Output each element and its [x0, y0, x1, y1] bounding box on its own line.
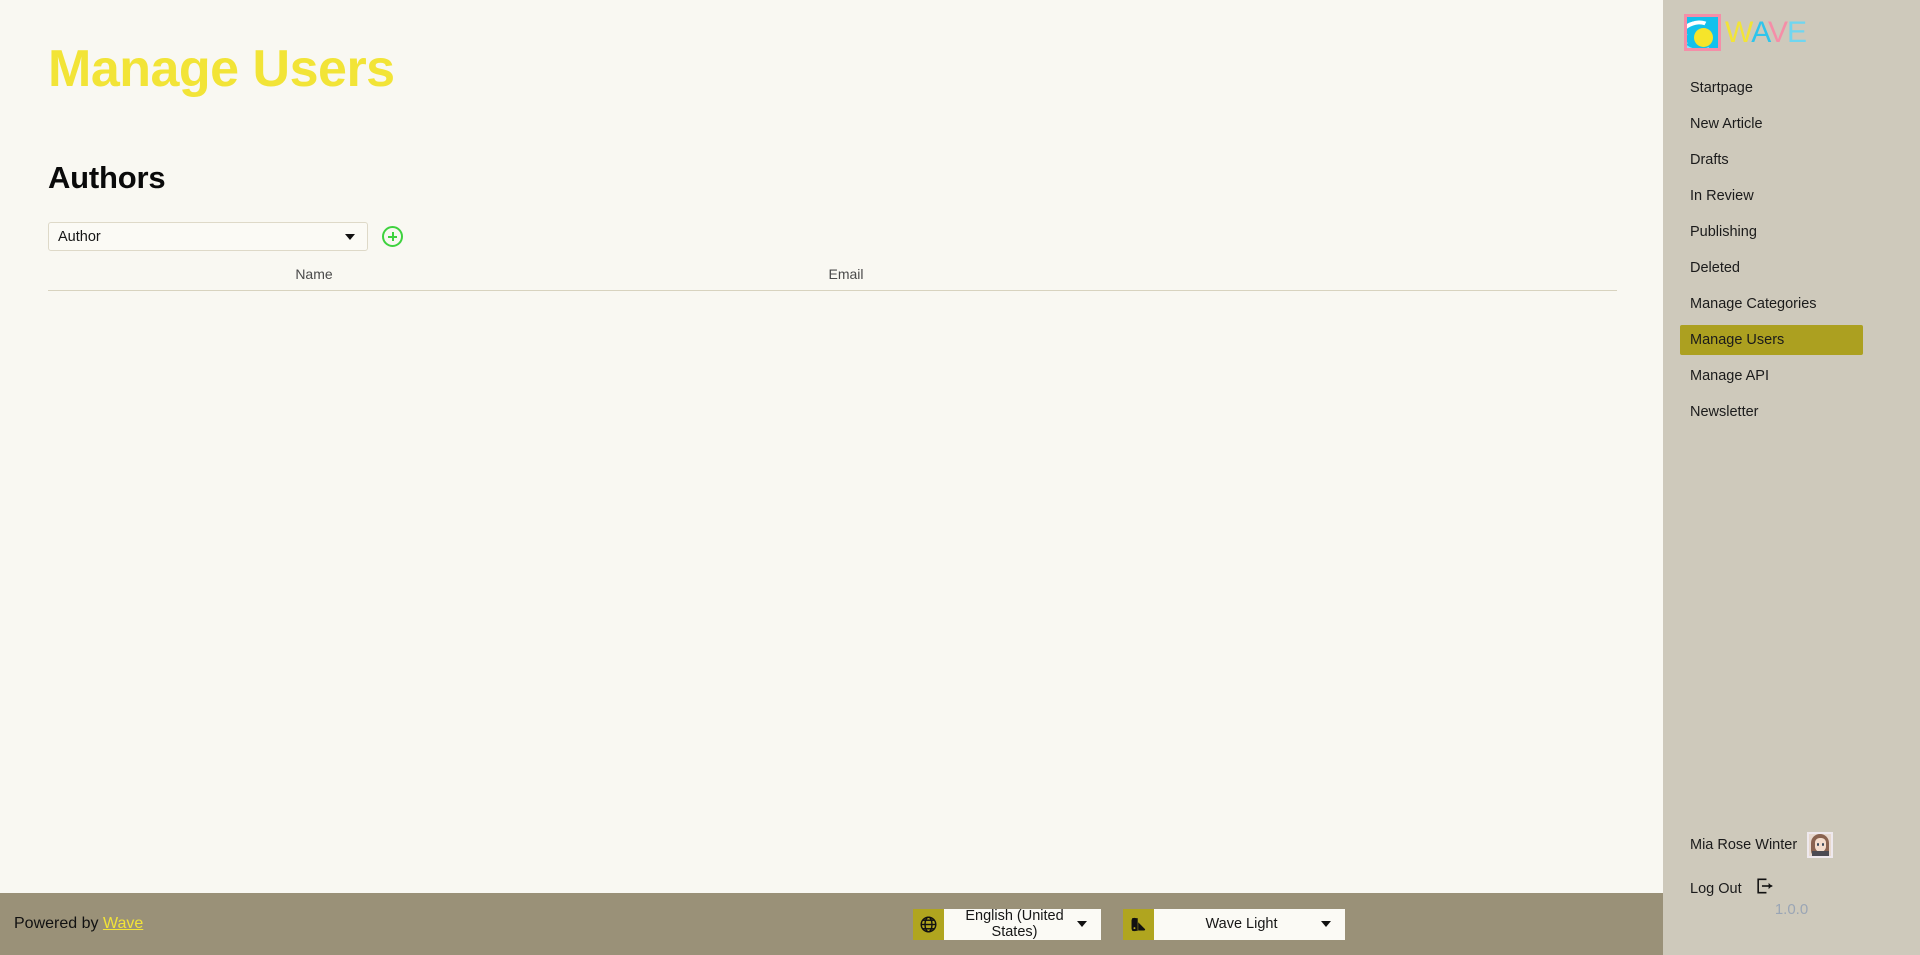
sidebar-item-manage-categories[interactable]: Manage Categories [1663, 289, 1920, 319]
sidebar-item-publishing[interactable]: Publishing [1663, 217, 1920, 247]
sidebar-nav: Startpage New Article Drafts In Review P… [1663, 73, 1920, 433]
sidebar-item-deleted[interactable]: Deleted [1663, 253, 1920, 283]
authors-control-row: Author [48, 222, 403, 251]
brand-wordmark: WAVE [1725, 15, 1807, 49]
table-header-row: Name Email [48, 258, 1617, 291]
app-root: Manage Users Authors Author Name Email P… [0, 0, 1920, 955]
powered-by-prefix: Powered by [14, 915, 103, 932]
language-select[interactable]: English (United States) [944, 908, 1101, 940]
version-label: 1.0.0 [1774, 901, 1809, 918]
sidebar-item-newsletter[interactable]: Newsletter [1663, 397, 1920, 427]
column-header-name: Name [295, 266, 333, 282]
sidebar-item-drafts[interactable]: Drafts [1663, 145, 1920, 175]
globe-icon [913, 908, 944, 940]
sidebar: WAVE Startpage New Article Drafts In Rev… [1663, 0, 1920, 955]
users-table: Name Email [48, 258, 1617, 301]
current-user-name: Mia Rose Winter [1690, 837, 1798, 853]
sidebar-item-manage-api[interactable]: Manage API [1663, 361, 1920, 391]
brand-letter-v: V [1768, 15, 1788, 49]
logout-label: Log Out [1690, 880, 1742, 897]
footer-bar: Powered by Wave English (United States) [0, 893, 1663, 955]
language-select-value: English (United States) [965, 908, 1064, 940]
theme-selector-group: Wave Light [1123, 908, 1345, 940]
theme-select-value: Wave Light [1205, 916, 1278, 932]
author-select[interactable]: Author [48, 222, 368, 251]
palette-icon [1123, 908, 1154, 940]
sidebar-item-in-review[interactable]: In Review [1663, 181, 1920, 211]
brand-logo[interactable]: WAVE [1684, 14, 1807, 51]
current-user[interactable]: Mia Rose Winter [1690, 832, 1834, 858]
theme-select[interactable]: Wave Light [1154, 908, 1345, 940]
sidebar-item-new-article[interactable]: New Article [1663, 109, 1920, 139]
logout-button[interactable]: Log Out [1690, 876, 1774, 901]
brand-letter-e: E [1787, 15, 1807, 49]
author-select-value: Author [58, 228, 101, 245]
section-title-authors: Authors [48, 160, 166, 195]
chevron-down-icon [1321, 921, 1331, 927]
brand-letter-w: W [1725, 15, 1752, 49]
powered-by-text: Powered by Wave [14, 915, 143, 933]
language-selector-group: English (United States) [913, 908, 1101, 940]
main-content-area: Manage Users Authors Author Name Email [0, 0, 1663, 893]
table-body [48, 291, 1617, 301]
wave-link[interactable]: Wave [103, 915, 143, 932]
footer-controls: English (United States) Wave Light [913, 908, 1345, 940]
wave-logo-icon [1684, 14, 1721, 51]
sidebar-item-startpage[interactable]: Startpage [1663, 73, 1920, 103]
logout-icon [1754, 876, 1774, 901]
chevron-down-icon [1077, 921, 1087, 927]
add-author-button[interactable] [382, 226, 403, 247]
avatar[interactable] [1807, 832, 1834, 858]
column-header-email: Email [828, 266, 864, 282]
page-title: Manage Users [48, 40, 395, 98]
sidebar-item-manage-users[interactable]: Manage Users [1680, 325, 1863, 355]
brand-letter-a: A [1751, 15, 1769, 49]
chevron-down-icon [345, 233, 355, 240]
